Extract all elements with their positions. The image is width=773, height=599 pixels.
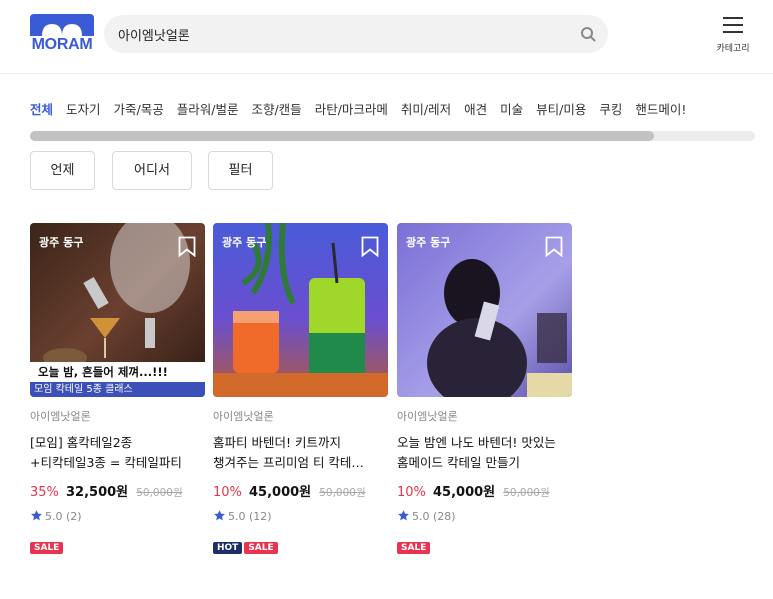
class-title-line2: 홈메이드 칵테일 만들기 — [397, 455, 520, 470]
class-title-line2: +티칵테일3종 = 칵테일파티 — [30, 455, 182, 470]
badge-group: HOT SALE — [213, 535, 280, 554]
class-thumbnail[interactable]: 광주 동구 — [397, 223, 572, 397]
review-count: (28) — [433, 510, 456, 523]
original-price: 50,000원 — [503, 487, 550, 499]
star-icon — [398, 510, 409, 521]
tab-hobby-leisure[interactable]: 취미/레저 — [401, 99, 451, 118]
original-price: 50,000원 — [319, 487, 366, 499]
discount-rate: 35% — [30, 485, 59, 500]
class-card[interactable]: 오늘 밤, 흔들어 제껴...!!! 모임 칵테일 5종 클래스 광주 동구 아… — [30, 223, 205, 554]
vendor-name: 아이엠낫얼론 — [213, 410, 274, 423]
tab-rattan-macrame[interactable]: 라탄/마크라메 — [315, 99, 388, 118]
search-icon[interactable] — [580, 26, 596, 42]
logo-text: MORAM — [31, 36, 93, 53]
class-thumbnail[interactable]: 광주 동구 — [213, 223, 388, 397]
review-count: (2) — [66, 510, 82, 523]
sale-badge: SALE — [397, 542, 431, 554]
vendor-name: 아이엠낫얼론 — [30, 410, 91, 423]
search-input[interactable]: 아이엠낫얼론 — [118, 25, 190, 44]
tab-perfume-candle[interactable]: 조향/캔들 — [251, 99, 301, 118]
tab-beauty[interactable]: 뷰티/미용 — [536, 99, 586, 118]
tabs-scrollbar-thumb[interactable] — [30, 131, 654, 141]
moram-logo[interactable]: MORAM — [30, 14, 94, 56]
class-title-line1: 오늘 밤엔 나도 바텐더! 맛있는 — [397, 435, 556, 450]
search-bar[interactable]: 아이엠낫얼론 — [104, 15, 608, 53]
class-title[interactable]: [모임] 홈칵테일2종 +티칵테일3종 = 칵테일파티 — [30, 433, 205, 473]
class-title[interactable]: 홈파티 바텐더! 키트까지 챙겨주는 프리미엄 티 칵테… — [213, 433, 388, 473]
tab-art[interactable]: 미술 — [500, 99, 523, 118]
bookmark-icon[interactable] — [178, 236, 196, 257]
class-title-line1: 홈파티 바텐더! 키트까지 — [213, 435, 341, 450]
tab-all[interactable]: 전체 — [30, 99, 53, 118]
vendor-name: 아이엠낫얼론 — [397, 410, 458, 423]
hot-badge: HOT — [213, 542, 243, 554]
tab-flower-balloon[interactable]: 플라워/벌룬 — [177, 99, 239, 118]
price-row: 10% 45,000원 50,000원 — [213, 481, 366, 500]
rating-score: 5.0 — [228, 510, 246, 523]
location-label: 광주 동구 — [406, 236, 451, 249]
thumbnail-caption: 오늘 밤, 흔들어 제껴...!!! — [30, 362, 205, 382]
filter-button[interactable]: 필터 — [208, 151, 273, 190]
tab-leather-wood[interactable]: 가죽/목공 — [114, 99, 164, 118]
tab-pets[interactable]: 애견 — [464, 99, 487, 118]
tab-handmade[interactable]: 핸드메이! — [635, 99, 686, 118]
hamburger-icon — [723, 17, 743, 33]
bookmark-icon[interactable] — [545, 236, 563, 257]
class-card[interactable]: 광주 동구 아이엠낫얼론 오늘 밤엔 나도 바텐더! 맛있는 홈메이드 칵테일 … — [397, 223, 572, 554]
sale-badge: SALE — [30, 542, 64, 554]
review-count: (12) — [249, 510, 272, 523]
class-card[interactable]: 광주 동구 아이엠낫얼론 홈파티 바텐더! 키트까지 챙겨주는 프리미엄 티 칵… — [213, 223, 388, 554]
class-thumbnail[interactable]: 오늘 밤, 흔들어 제껴...!!! 모임 칵테일 5종 클래스 광주 동구 — [30, 223, 205, 397]
discount-rate: 10% — [397, 485, 426, 500]
rating: 5.0 (2) — [30, 509, 82, 523]
category-tabs: 전체 도자기 가죽/목공 플라워/벌룬 조향/캔들 라탄/마크라메 취미/레저 애견 미술 뷰티/… — [30, 99, 773, 121]
star-icon — [31, 510, 42, 521]
tabs-scrollbar[interactable] — [30, 131, 755, 141]
top-header: MORAM 아이엠낫얼론 카테고리 — [0, 0, 773, 74]
category-menu-button[interactable]: 카테고리 — [710, 14, 756, 56]
price-row: 35% 32,500원 50,000원 — [30, 481, 183, 500]
sale-price: 45,000원 — [433, 485, 496, 500]
where-filter-button[interactable]: 어디서 — [112, 151, 192, 190]
rating: 5.0 (28) — [397, 509, 456, 523]
location-label: 광주 동구 — [39, 236, 84, 249]
rating-score: 5.0 — [45, 510, 63, 523]
badge-group: SALE — [30, 535, 65, 554]
category-menu-label: 카테고리 — [716, 44, 750, 54]
tab-ceramics[interactable]: 도자기 — [66, 99, 101, 118]
sale-price: 32,500원 — [66, 485, 129, 500]
original-price: 50,000원 — [136, 487, 183, 499]
tab-cooking[interactable]: 쿠킹 — [599, 99, 622, 118]
rating: 5.0 (12) — [213, 509, 272, 523]
class-title-line1: [모임] 홈칵테일2종 — [30, 435, 133, 450]
location-label: 광주 동구 — [222, 236, 267, 249]
star-icon — [214, 510, 225, 521]
price-row: 10% 45,000원 50,000원 — [397, 481, 550, 500]
bookmark-icon[interactable] — [361, 236, 379, 257]
rating-score: 5.0 — [412, 510, 430, 523]
when-filter-button[interactable]: 언제 — [30, 151, 95, 190]
thumbnail-subcaption: 모임 칵테일 5종 클래스 — [30, 382, 205, 397]
class-title-line2: 챙겨주는 프리미엄 티 칵테… — [213, 455, 364, 470]
badge-group: SALE — [397, 535, 432, 554]
logo-mark-icon — [30, 14, 94, 36]
class-title[interactable]: 오늘 밤엔 나도 바텐더! 맛있는 홈메이드 칵테일 만들기 — [397, 433, 572, 473]
sale-price: 45,000원 — [249, 485, 312, 500]
sale-badge: SALE — [244, 542, 278, 554]
discount-rate: 10% — [213, 485, 242, 500]
